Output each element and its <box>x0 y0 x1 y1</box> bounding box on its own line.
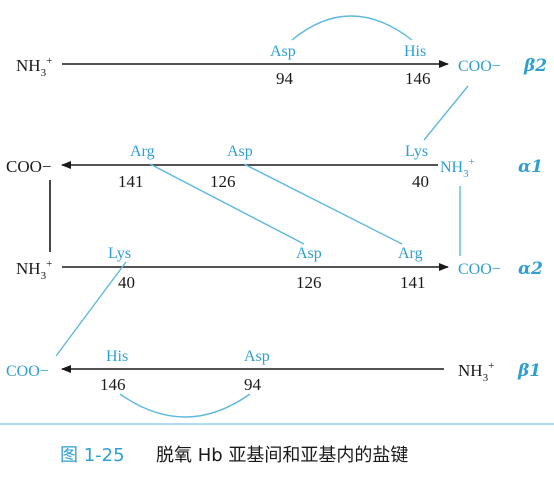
alpha2-res-lys-name: Lys <box>108 245 131 262</box>
alpha2-res-arg-num: 141 <box>400 273 426 292</box>
alpha2-res-arg-name: Arg <box>398 245 423 262</box>
salt-bridge-alpha1-asp126-alpha2-arg141 <box>243 163 403 245</box>
figure-caption: 脱氧 Hb 亚基间和亚基内的盐键 <box>156 445 408 466</box>
alpha1-res-arg-name: Arg <box>130 143 155 160</box>
alpha2-res-lys-num: 40 <box>118 273 135 292</box>
beta1-res-asp-name: Asp <box>244 348 270 365</box>
chain-alpha1: NH3+ COO− α1 Arg 141 Asp 126 Lys 40 <box>6 143 543 191</box>
beta1-c-terminus: COO− <box>6 363 49 380</box>
salt-bridge-beta2-his146-alpha1-lys40 <box>423 85 469 141</box>
alpha1-res-asp-name: Asp <box>227 143 253 160</box>
salt-bridge-beta1-his146-asp94 <box>119 393 251 418</box>
beta2-res-his-name: His <box>404 43 426 60</box>
figure-number: 图 1-25 <box>60 445 125 466</box>
chain-beta2: NH3+ COO− β2 Asp 94 His 146 <box>16 43 547 88</box>
alpha1-res-lys-name: Lys <box>405 143 428 160</box>
beta2-res-asp-num: 94 <box>276 69 294 88</box>
alpha1-res-arg-num: 141 <box>118 172 144 191</box>
alpha2-n-terminus: NH3+ <box>16 258 52 282</box>
beta2-res-asp-name: Asp <box>270 43 296 60</box>
chain-alpha2: NH3+ COO− α2 Lys 40 Asp 126 Arg 141 <box>16 245 543 292</box>
beta1-res-his-num: 146 <box>100 375 126 394</box>
salt-bridge-diagram: NH3+ COO− β2 Asp 94 His 146 NH3+ COO− α1… <box>0 15 554 466</box>
salt-bridge-alpha2-lys40-beta1-his146 <box>55 261 127 357</box>
alpha2-res-asp-name: Asp <box>296 245 322 262</box>
beta1-n-terminus: NH3+ <box>458 360 494 384</box>
alpha1-n-terminus: NH3+ <box>440 156 475 180</box>
alpha1-c-terminus: COO− <box>6 157 51 176</box>
salt-bridge-figure: NH3+ COO− β2 Asp 94 His 146 NH3+ COO− α1… <box>0 0 554 487</box>
beta1-label: β1 <box>517 361 541 381</box>
beta2-c-terminus: COO− <box>458 58 501 75</box>
beta2-label: β2 <box>523 56 547 76</box>
alpha2-c-terminus: COO− <box>458 261 501 278</box>
alpha1-res-asp-num: 126 <box>210 172 236 191</box>
beta2-n-terminus: NH3+ <box>16 55 52 79</box>
alpha2-res-asp-num: 126 <box>296 273 322 292</box>
beta1-res-his-name: His <box>106 348 128 365</box>
beta2-res-his-num: 146 <box>405 69 431 88</box>
alpha1-label: α1 <box>518 157 543 177</box>
chain-beta1: NH3+ COO− β1 His 146 Asp 94 <box>6 348 541 394</box>
salt-bridge-beta2-asp94-his146 <box>291 15 413 41</box>
alpha2-label: α2 <box>518 259 543 279</box>
alpha1-res-lys-num: 40 <box>412 172 429 191</box>
beta1-res-asp-num: 94 <box>244 375 262 394</box>
